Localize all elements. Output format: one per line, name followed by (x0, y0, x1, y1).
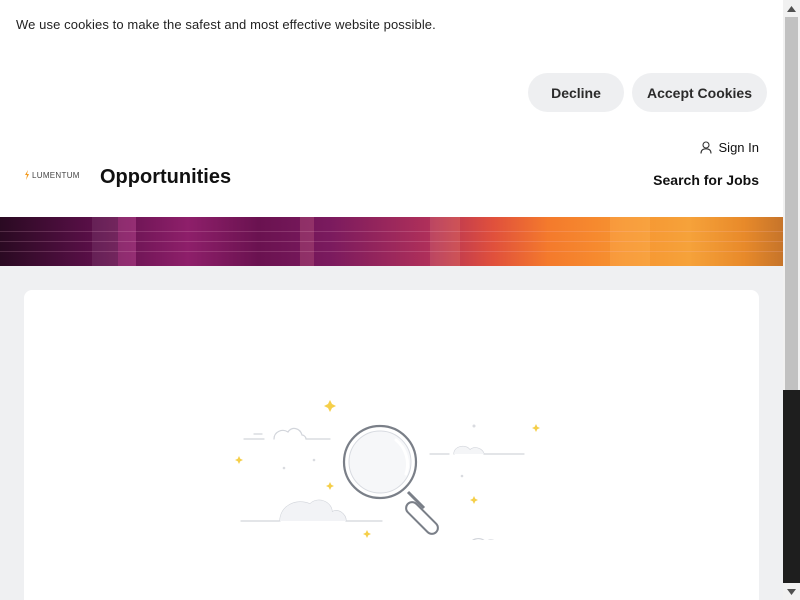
page-title: Opportunities (100, 166, 232, 188)
accept-cookies-button[interactable]: Accept Cookies (632, 73, 767, 112)
cookie-message: We use cookies to make the safest and mo… (16, 17, 436, 32)
vertical-scrollbar[interactable] (783, 0, 800, 600)
page: We use cookies to make the safest and mo… (0, 0, 783, 600)
company-logo[interactable]: LUMENTUM (24, 170, 80, 180)
scrollbar-thumb[interactable] (785, 17, 798, 390)
sign-in-label: Sign In (718, 140, 759, 155)
hero-light-line (0, 241, 783, 242)
magnifier-icon (342, 424, 439, 535)
cookie-banner: We use cookies to make the safest and mo… (0, 0, 783, 128)
browser-viewport: We use cookies to make the safest and mo… (0, 0, 800, 600)
user-icon (699, 141, 712, 154)
scrollbar-track[interactable] (783, 390, 800, 583)
main-content (0, 266, 783, 600)
hero-banner-image (0, 217, 783, 266)
site-header: LUMENTUM Opportunities Sign In Search fo… (0, 128, 783, 217)
chevron-up-icon[interactable] (783, 0, 800, 17)
logo-bolt-icon (25, 170, 29, 180)
decline-cookies-button[interactable]: Decline (528, 73, 624, 112)
hero-light-line (0, 251, 783, 252)
magnifying-glass-illustration (235, 400, 540, 540)
hero-light-line (0, 231, 783, 232)
sign-in-link[interactable]: Sign In (699, 140, 759, 155)
logo-text: LUMENTUM (32, 170, 80, 180)
results-card (24, 290, 759, 600)
chevron-down-icon[interactable] (783, 583, 800, 600)
search-for-jobs-link[interactable]: Search for Jobs (653, 172, 759, 188)
